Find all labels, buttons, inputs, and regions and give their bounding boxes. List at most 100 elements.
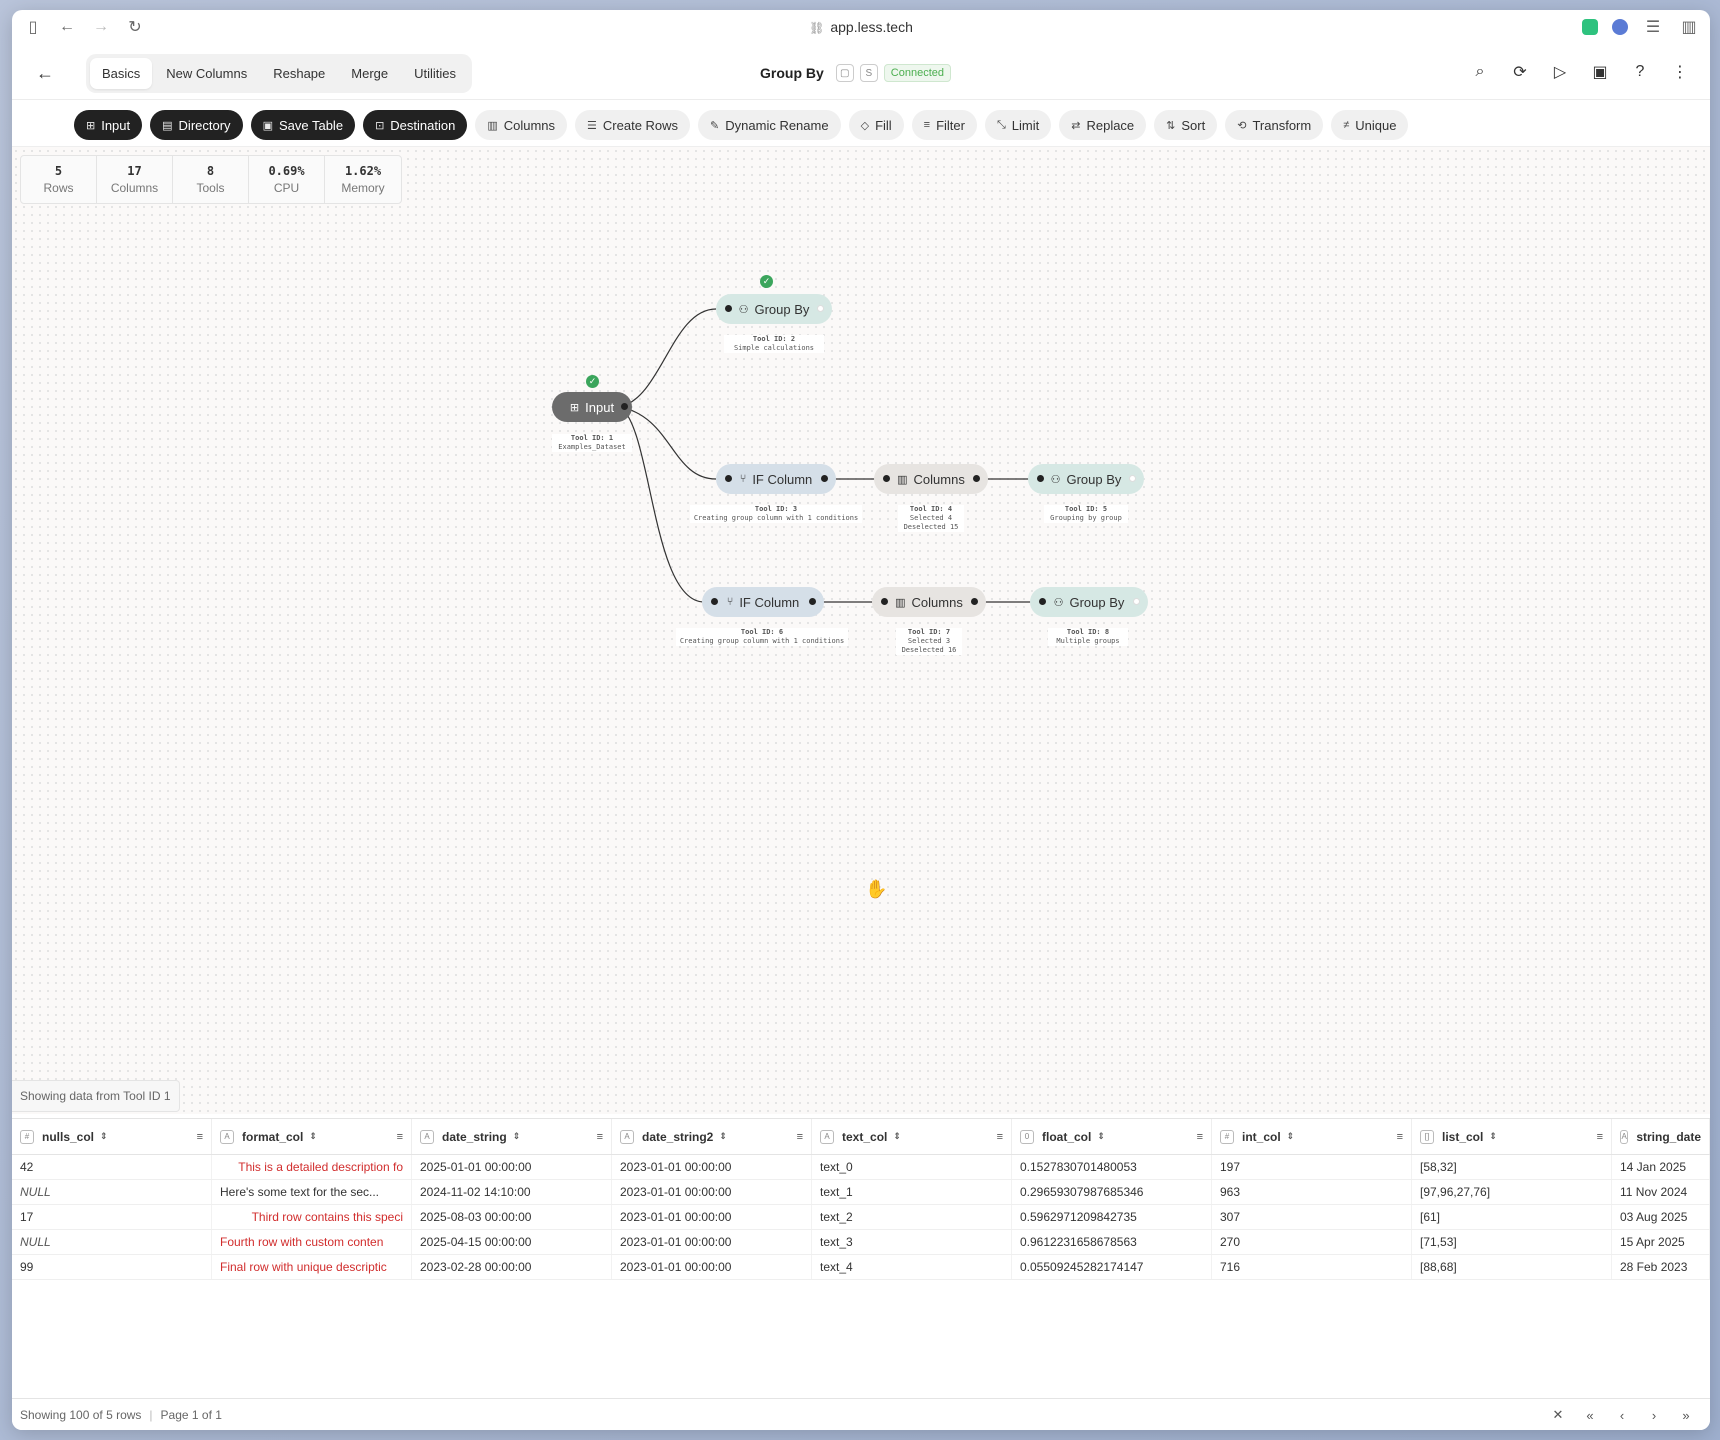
table-cell[interactable]: Final row with unique descriptic	[212, 1255, 412, 1279]
tab-new-columns[interactable]: New Columns	[154, 58, 259, 89]
column-header[interactable]: Adate_string ⇕ ≡	[412, 1119, 612, 1154]
shortcut-s-badge[interactable]: S	[859, 64, 878, 82]
table-cell[interactable]: 2023-01-01 00:00:00	[612, 1180, 812, 1204]
output-port[interactable]	[971, 598, 978, 605]
table-row[interactable]: NULL Here's some text for the sec... 2024-…	[12, 1180, 1710, 1205]
table-cell[interactable]: 716	[1212, 1255, 1412, 1279]
table-row[interactable]: 99 Final row with unique descriptic 2023-0…	[12, 1255, 1710, 1280]
tab-utilities[interactable]: Utilities	[402, 58, 468, 89]
sidebar-toggle-icon[interactable]: ▯	[22, 16, 44, 38]
output-port[interactable]	[621, 403, 628, 410]
output-port[interactable]	[821, 475, 828, 482]
filter-icon[interactable]: ≡	[597, 1131, 603, 1143]
output-port[interactable]	[817, 305, 824, 312]
output-port[interactable]	[809, 598, 816, 605]
close-icon[interactable]: ✕	[1548, 1405, 1568, 1425]
column-header[interactable]: Atext_col ⇕ ≡	[812, 1119, 1012, 1154]
filter-icon[interactable]: ≡	[197, 1131, 203, 1143]
tool-unique-button[interactable]: ≠ Unique	[1331, 110, 1409, 140]
tab-merge[interactable]: Merge	[339, 58, 400, 89]
table-cell[interactable]: 15 Apr 2025	[1612, 1230, 1710, 1254]
table-cell[interactable]: 0.05509245282174147	[1012, 1255, 1212, 1279]
tool-transform-button[interactable]: ⟲ Transform	[1225, 110, 1324, 140]
output-port[interactable]	[973, 475, 980, 482]
table-cell[interactable]: 42	[12, 1155, 212, 1179]
app-back-icon[interactable]: ←	[32, 63, 58, 84]
table-cell[interactable]: 99	[12, 1255, 212, 1279]
table-row[interactable]: 42 This is a detailed description fo 2025-…	[12, 1155, 1710, 1180]
table-cell[interactable]: 2025-08-03 00:00:00	[412, 1205, 612, 1229]
tool-dynamic-rename-button[interactable]: ✎ Dynamic Rename	[698, 110, 841, 140]
node-columns-4[interactable]: ▥ Columns	[874, 464, 988, 494]
copy-icon[interactable]: ▢	[835, 64, 854, 82]
column-header[interactable]: Adate_string2 ⇕ ≡	[612, 1119, 812, 1154]
table-cell[interactable]: 03 Aug 2025	[1612, 1205, 1710, 1229]
tool-filter-button[interactable]: ≡ Filter	[911, 110, 977, 140]
table-cell[interactable]: 0.5962971209842735	[1012, 1205, 1212, 1229]
filter-icon[interactable]: ≡	[1597, 1131, 1603, 1143]
workflow-canvas[interactable]: 5 Rows 17 Columns 8 Tools 0.69% CPU 1.62% Mem…	[12, 146, 1710, 1114]
node-if-column-6[interactable]: ⑂ IF Column	[702, 587, 824, 617]
tool-create-rows-button[interactable]: ☰ Create Rows	[575, 110, 691, 140]
table-cell[interactable]: 0.1527830701480053	[1012, 1155, 1212, 1179]
back-arrow-icon[interactable]: ←	[56, 16, 78, 38]
table-cell[interactable]: 307	[1212, 1205, 1412, 1229]
tool-limit-button[interactable]: ⤡ Limit	[984, 110, 1052, 140]
extension-green-icon[interactable]	[1582, 19, 1598, 35]
tool-fill-button[interactable]: ◇ Fill	[848, 110, 904, 140]
reload-icon[interactable]: ↻	[124, 16, 146, 38]
node-if-column-3[interactable]: ⑂ IF Column	[716, 464, 836, 494]
table-cell[interactable]: NULL	[12, 1180, 212, 1204]
tool-sort-button[interactable]: ⇅ Sort	[1154, 110, 1218, 140]
table-cell[interactable]: 2025-01-01 00:00:00	[412, 1155, 612, 1179]
input-port[interactable]	[1039, 598, 1046, 605]
save-icon[interactable]: ▣	[1590, 62, 1610, 82]
input-port[interactable]	[1037, 475, 1044, 482]
last-page-icon[interactable]: »	[1676, 1405, 1696, 1425]
sort-icon[interactable]: ⇕	[1097, 1131, 1105, 1142]
table-cell[interactable]: [88,68]	[1412, 1255, 1612, 1279]
output-port[interactable]	[1133, 598, 1140, 605]
node-input[interactable]: ⊞ Input	[552, 392, 632, 422]
table-cell[interactable]: NULL	[12, 1230, 212, 1254]
sort-icon[interactable]: ⇕	[513, 1131, 521, 1142]
table-cell[interactable]: 197	[1212, 1155, 1412, 1179]
table-cell[interactable]: 2023-02-28 00:00:00	[412, 1255, 612, 1279]
table-cell[interactable]: [58,32]	[1412, 1155, 1612, 1179]
input-port[interactable]	[711, 598, 718, 605]
table-cell[interactable]: [61]	[1412, 1205, 1612, 1229]
node-group-by-2[interactable]: ⚇ Group By	[716, 294, 832, 324]
table-cell[interactable]: 11 Nov 2024	[1612, 1180, 1710, 1204]
table-cell[interactable]: 17	[12, 1205, 212, 1229]
table-cell[interactable]: text_0	[812, 1155, 1012, 1179]
table-cell[interactable]: 270	[1212, 1230, 1412, 1254]
run-icon[interactable]: ▷	[1550, 62, 1570, 82]
more-menu-icon[interactable]: ⋮	[1670, 62, 1690, 82]
table-cell[interactable]: 0.9612231658678563	[1012, 1230, 1212, 1254]
prev-page-icon[interactable]: ‹	[1612, 1405, 1632, 1425]
table-cell[interactable]: 2025-04-15 00:00:00	[412, 1230, 612, 1254]
table-row[interactable]: NULL Fourth row with custom conten 2025-04…	[12, 1230, 1710, 1255]
table-cell[interactable]: 963	[1212, 1180, 1412, 1204]
filter-icon[interactable]: ≡	[1397, 1131, 1403, 1143]
table-cell[interactable]: [97,96,27,76]	[1412, 1180, 1612, 1204]
tool-destination-button[interactable]: ⊡ Destination	[363, 110, 468, 140]
table-cell[interactable]: Third row contains this speci	[212, 1205, 412, 1229]
node-columns-7[interactable]: ▥ Columns	[872, 587, 986, 617]
split-view-icon[interactable]: ▥	[1678, 16, 1700, 38]
table-cell[interactable]: This is a detailed description fo	[212, 1155, 412, 1179]
refresh-icon[interactable]: ⟳	[1510, 62, 1530, 82]
table-cell[interactable]: text_3	[812, 1230, 1012, 1254]
node-group-by-8[interactable]: ⚇ Group By	[1030, 587, 1148, 617]
table-cell[interactable]: 2024-11-02 14:10:00	[412, 1180, 612, 1204]
tool-columns-button[interactable]: ▥ Columns	[475, 110, 568, 140]
table-cell[interactable]: Here's some text for the sec...	[212, 1180, 412, 1204]
filter-icon[interactable]: ≡	[1197, 1131, 1203, 1143]
table-cell[interactable]: text_4	[812, 1255, 1012, 1279]
table-cell[interactable]: text_1	[812, 1180, 1012, 1204]
column-header[interactable]: [] list_col ⇕ ≡	[1412, 1119, 1612, 1154]
table-cell[interactable]: 2023-01-01 00:00:00	[612, 1205, 812, 1229]
column-header[interactable]: Aformat_col ⇕ ≡	[212, 1119, 412, 1154]
search-icon[interactable]: ⌕	[1470, 62, 1490, 82]
sort-icon[interactable]: ⇕	[893, 1131, 901, 1142]
